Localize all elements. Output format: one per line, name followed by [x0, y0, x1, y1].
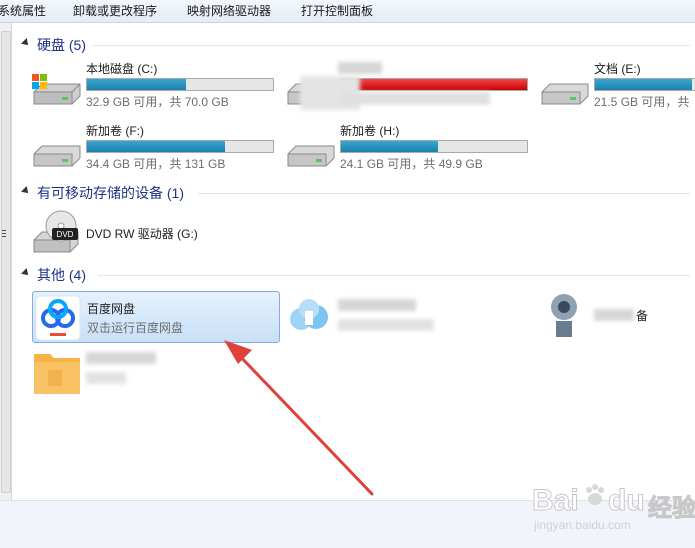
baidu-jingyan-watermark: Bai du 经验 jingyan.baidu.com	[530, 478, 695, 540]
annotation-arrow	[224, 340, 374, 496]
watermark-brand-tail: du	[608, 484, 646, 518]
watermark-jingyan: 经验	[648, 495, 695, 523]
baidu-paw-icon	[586, 484, 604, 505]
watermark-url: jingyan.baidu.com	[534, 518, 631, 532]
watermark-brand: Bai	[532, 484, 580, 518]
